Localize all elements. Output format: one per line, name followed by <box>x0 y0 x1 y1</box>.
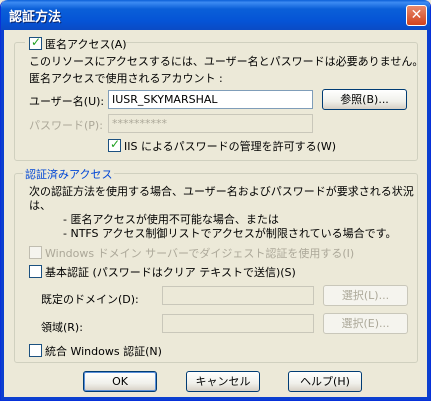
close-icon: ✕ <box>410 7 423 23</box>
auth-desc-line1: 次の認証方法を使用する場合、ユーザー名およびパスワードが要求される状況 <box>29 185 414 198</box>
close-button[interactable]: ✕ <box>406 5 427 26</box>
basic-auth-label[interactable]: 基本認証 (パスワードはクリア テキストで送信)(S) <box>45 264 296 280</box>
realm-select-button[interactable]: 選択(E)... <box>323 313 408 334</box>
iis-password-label[interactable]: IIS によるパスワードの管理を許可する(W) <box>124 138 336 154</box>
digest-auth-checkbox[interactable] <box>29 246 42 259</box>
default-domain-label: 既定のドメイン(D): <box>41 293 139 306</box>
realm-label: 領域(R): <box>41 321 83 334</box>
anonymous-access-label[interactable]: 匿名アクセス(A) <box>45 36 127 52</box>
iis-password-checkbox[interactable] <box>108 137 121 152</box>
integrated-windows-auth-label[interactable]: 統合 Windows 認証(N) <box>45 343 162 359</box>
anonymous-access-checkbox[interactable] <box>29 35 42 50</box>
basic-auth-checkbox[interactable] <box>29 265 42 278</box>
window-frame-left <box>1 30 4 400</box>
auth-bullet-2: - NTFS アクセス制御リストでアクセスが制限されている場合です。 <box>63 227 397 240</box>
username-label: ユーザー名(U): <box>29 95 105 108</box>
title-bar[interactable]: 認証方法 ✕ <box>1 0 430 30</box>
window-title: 認証方法 <box>9 10 62 25</box>
window-frame-right <box>427 30 430 400</box>
password-input[interactable]: ********** <box>108 114 313 133</box>
browse-button[interactable]: 参照(B)... <box>322 89 407 110</box>
digest-auth-label[interactable]: Windows ドメイン サーバーでダイジェスト認証を使用する(I) <box>45 245 354 261</box>
default-domain-input[interactable] <box>162 286 314 305</box>
auth-method-dialog: 認証方法 ✕ 匿名アクセス(A) このリソースにアクセスするには、ユーザー名とパ… <box>0 0 431 401</box>
password-label: パスワード(P): <box>29 119 103 132</box>
window-frame-bottom <box>1 397 430 400</box>
authenticated-access-header: 認証済みアクセス <box>23 166 115 182</box>
cancel-button[interactable]: キャンセル <box>186 371 260 392</box>
auth-desc-line2: は、 <box>29 199 51 212</box>
ok-button[interactable]: OK <box>83 371 157 392</box>
integrated-windows-auth-checkbox[interactable] <box>29 344 42 357</box>
anonymous-account-label: 匿名アクセスで使用されるアカウント : <box>29 72 223 85</box>
domain-select-button[interactable]: 選択(L)... <box>323 285 408 306</box>
help-button[interactable]: ヘルプ(H) <box>288 371 362 392</box>
realm-input[interactable] <box>162 314 314 333</box>
username-input[interactable]: IUSR_SKYMARSHAL <box>108 90 313 109</box>
anonymous-desc: このリソースにアクセスするには、ユーザー名とパスワードは必要ありません。 <box>29 55 424 68</box>
